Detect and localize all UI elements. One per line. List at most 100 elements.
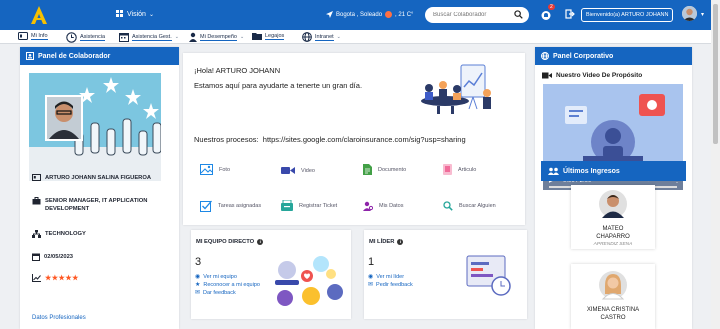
comment-icon: ✉ bbox=[368, 282, 374, 288]
nav-label: Mi Desempeño bbox=[200, 33, 237, 41]
info-icon[interactable]: i bbox=[397, 239, 404, 245]
top-bar: Visión ⌄ Bogota , Soleado , 21 C° 2 Bien… bbox=[0, 0, 720, 30]
action-mis-datos[interactable]: Mis Datos bbox=[363, 201, 403, 211]
welcome-label[interactable]: Bienvenido(a) ARTURO JOHANN bbox=[581, 8, 674, 22]
corporate-panel: Panel Corporativo Nuestro Video De Propó… bbox=[535, 47, 692, 329]
chevron-down-icon: ⌄ bbox=[336, 34, 341, 40]
procesos-line: Nuestros procesos: https://sites.google.… bbox=[194, 135, 466, 144]
action-ticket[interactable]: Registrar Ticket bbox=[281, 200, 337, 211]
video-title: Nuestro Video De Propósito bbox=[542, 72, 642, 79]
employee-area-text: TECHNOLOGY bbox=[45, 231, 86, 237]
new-hire-card[interactable]: MATEO CHAPARRO APRENDIZ SENA bbox=[571, 185, 655, 249]
link-text: Ver mi equipo bbox=[203, 273, 237, 280]
action-buscar[interactable]: Buscar Alguien bbox=[443, 201, 496, 211]
avatar[interactable] bbox=[682, 6, 697, 21]
link-reconocer[interactable]: ★ Reconocer a mi equipo bbox=[195, 281, 260, 289]
card-title-text: MI EQUIPO DIRECTO bbox=[196, 239, 255, 245]
new-hire-name: XIMENA CRISTINA CASTRO bbox=[571, 307, 655, 323]
link-ver-lider[interactable]: ◉ Ver mi líder bbox=[368, 273, 405, 281]
nav-item-mi-info[interactable]: Mi Info bbox=[18, 32, 48, 40]
sitemap-icon bbox=[32, 230, 41, 238]
notifications-button[interactable]: 2 bbox=[541, 4, 555, 26]
chevron-down-icon: ⌄ bbox=[148, 11, 154, 18]
search-person-icon bbox=[443, 201, 453, 211]
search-input[interactable] bbox=[433, 10, 511, 20]
action-documento[interactable]: Documento bbox=[363, 164, 406, 175]
employee-name-text: ARTURO JOHANN SALINA FIGUEROA bbox=[45, 175, 152, 181]
new-hire-card[interactable]: XIMENA CRISTINA CASTRO bbox=[571, 264, 655, 329]
procesos-link[interactable]: https://sites.google.com/claroinsurance.… bbox=[263, 135, 466, 144]
search-box[interactable] bbox=[425, 7, 529, 23]
employee-position: SENIOR MANAGER, IT APPLICATION DEVELOPME… bbox=[32, 197, 167, 213]
video-icon bbox=[281, 167, 295, 174]
meeting-illustration bbox=[421, 64, 491, 114]
panel-header: Panel Corporativo bbox=[535, 47, 692, 65]
search-icon[interactable] bbox=[514, 10, 523, 19]
action-video[interactable]: Video bbox=[281, 166, 315, 175]
nav-item-asistencia[interactable]: Asistencia bbox=[66, 32, 106, 43]
rating-stars: ★★★★★ bbox=[45, 275, 79, 282]
collaborator-panel: Panel de Colaborador ARTURO JOHANN SALIN… bbox=[20, 47, 179, 329]
chevron-down-icon: ⌄ bbox=[174, 34, 179, 40]
action-label: Registrar Ticket bbox=[299, 202, 338, 209]
person-icon bbox=[189, 32, 197, 42]
nav-label: Legajos bbox=[265, 32, 285, 40]
users-icon bbox=[548, 167, 559, 175]
employee-area: TECHNOLOGY bbox=[32, 230, 86, 238]
info-icon[interactable]: i bbox=[257, 239, 264, 245]
logo-icon[interactable] bbox=[28, 5, 50, 25]
nav-item-legajos[interactable]: Legajos bbox=[252, 32, 285, 40]
employee-rating: ★★★★★ bbox=[32, 274, 79, 284]
action-articulo[interactable]: Articulo bbox=[443, 164, 476, 175]
location-text: Bogota , Soleado bbox=[336, 11, 383, 18]
calendar-icon bbox=[32, 253, 40, 261]
welcome-card: ¡Hola! ARTURO JOHANN Estamos aquí para a… bbox=[183, 53, 525, 225]
professional-data-link[interactable]: Datos Profesionales bbox=[32, 315, 86, 321]
action-label: Mis Datos bbox=[379, 203, 404, 209]
clock-icon bbox=[66, 32, 77, 43]
team-count: 3 bbox=[195, 256, 202, 268]
action-label: Foto bbox=[219, 166, 231, 173]
card-title: MI LÍDER i bbox=[369, 239, 404, 245]
link-text: Ver mi líder bbox=[376, 273, 405, 280]
ultimos-ingresos-header: Últimos Ingresos bbox=[541, 161, 686, 181]
leader-card: MI LÍDER i 1 ◉ Ver mi líder ✉ Pedir feed… bbox=[364, 230, 527, 319]
avatar bbox=[599, 271, 627, 300]
action-label: Tareas asignadas bbox=[218, 203, 262, 209]
action-label: Buscar Alguien bbox=[459, 203, 496, 209]
action-tareas[interactable]: Tareas asignadas bbox=[200, 200, 261, 212]
card-title: MI EQUIPO DIRECTO i bbox=[196, 239, 264, 245]
nav-item-asistencia-gest[interactable]: Asistencia Gest. ⌄ bbox=[119, 32, 179, 42]
leader-illustration bbox=[466, 255, 511, 296]
employee-date-text: 02/05/2023 bbox=[44, 254, 74, 260]
id-badge-icon bbox=[26, 52, 34, 60]
vision-label: Visión bbox=[127, 10, 146, 18]
link-ver-equipo[interactable]: ◉ Ver mi equipo bbox=[195, 273, 237, 281]
page-scrollbar-thumb[interactable] bbox=[713, 4, 718, 144]
checkbox-icon bbox=[200, 200, 212, 212]
employee-date: 02/05/2023 bbox=[32, 253, 73, 261]
team-illustration bbox=[275, 256, 343, 306]
eye-icon: ◉ bbox=[368, 274, 374, 280]
link-pedir-feedback[interactable]: ✉ Pedir feedback bbox=[368, 281, 413, 289]
procesos-label: Nuestros procesos: bbox=[194, 135, 259, 144]
globe-icon bbox=[541, 52, 549, 60]
profile-banner bbox=[29, 73, 161, 181]
document-icon bbox=[363, 164, 372, 175]
sun-icon bbox=[385, 11, 393, 18]
logout-icon[interactable] bbox=[565, 9, 575, 19]
calendar-icon bbox=[119, 33, 129, 42]
link-dar-feedback[interactable]: ✉ Dar feedback bbox=[195, 289, 236, 297]
action-foto[interactable]: Foto bbox=[200, 164, 230, 175]
globe-icon bbox=[302, 32, 312, 42]
nav-label: Mi Info bbox=[31, 32, 48, 40]
nav-item-intranet[interactable]: Intranet ⌄ bbox=[302, 32, 341, 42]
vision-menu[interactable]: Visión ⌄ bbox=[116, 10, 154, 18]
notification-badge: 2 bbox=[548, 4, 555, 10]
chevron-down-icon[interactable]: ▾ bbox=[701, 11, 704, 18]
nav-item-mi-desempeno[interactable]: Mi Desempeño ⌄ bbox=[189, 32, 244, 42]
comment-icon: ✉ bbox=[195, 290, 201, 296]
eye-icon: ◉ bbox=[195, 274, 201, 280]
location-arrow-icon bbox=[326, 11, 333, 18]
nav-label: Asistencia bbox=[80, 34, 106, 41]
